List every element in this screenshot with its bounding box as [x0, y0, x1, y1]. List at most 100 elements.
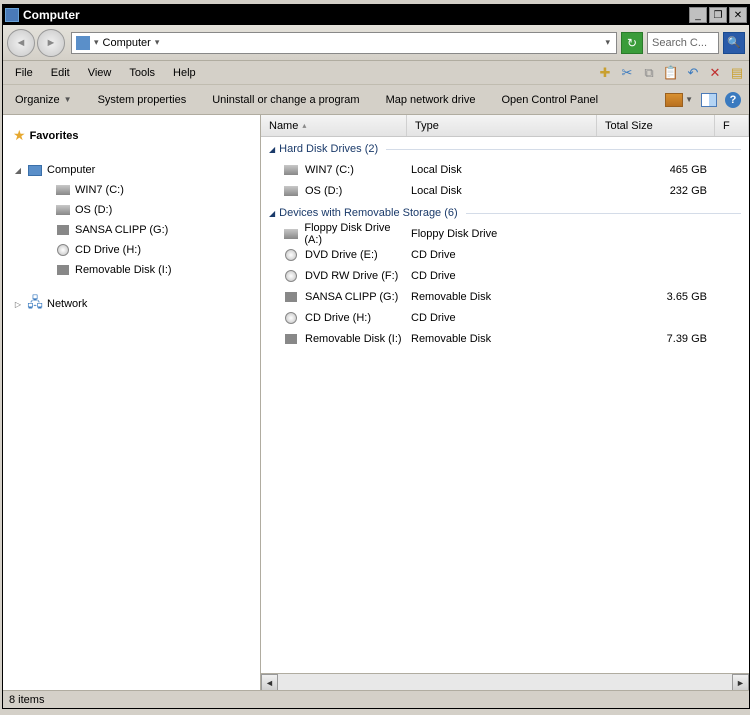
item-type: Removable Disk	[407, 291, 597, 303]
tree-item-drive[interactable]: ▷OS (D:)	[3, 200, 260, 220]
breadcrumb[interactable]: Computer	[103, 37, 151, 49]
tree-label: WIN7 (C:)	[75, 184, 124, 196]
item-name: SANSA CLIPP (G:)	[305, 291, 398, 303]
close-button[interactable]: ✕	[729, 7, 747, 23]
tree-label: CD Drive (H:)	[75, 244, 141, 256]
group-header[interactable]: ◢ Hard Disk Drives (2)	[261, 137, 749, 159]
expand-icon[interactable]: ▷	[13, 300, 23, 309]
cut-icon[interactable]: ✂	[619, 65, 635, 81]
column-header-type[interactable]: Type	[407, 115, 597, 136]
menu-file[interactable]: File	[7, 64, 41, 82]
list-item[interactable]: DVD RW Drive (F:)CD Drive	[261, 265, 749, 286]
address-bar[interactable]: ▾ Computer ▾ ▾	[71, 32, 617, 54]
sort-ascending-icon: ▴	[302, 121, 306, 130]
organize-button[interactable]: Organize ▼	[11, 91, 76, 109]
tree-item-drive[interactable]: ▷WIN7 (C:)	[3, 180, 260, 200]
expand-icon[interactable]: ◢	[13, 166, 23, 175]
menu-tools[interactable]: Tools	[121, 64, 163, 82]
collapse-icon[interactable]: ◢	[269, 209, 275, 218]
scroll-right-button[interactable]: ►	[732, 674, 749, 690]
search-button[interactable]: 🔍	[723, 32, 745, 54]
status-bar: 8 items	[3, 690, 749, 708]
address-history-dropdown-icon[interactable]: ▾	[605, 37, 610, 48]
search-input[interactable]: Search C...	[647, 32, 719, 54]
change-view-button[interactable]: ▼	[665, 93, 693, 107]
column-label: Name	[269, 120, 298, 132]
minimize-button[interactable]: _	[689, 7, 707, 23]
list-item[interactable]: Floppy Disk Drive (A:)Floppy Disk Drive	[261, 223, 749, 244]
item-name: DVD Drive (E:)	[305, 249, 378, 261]
item-name: Floppy Disk Drive (A:)	[304, 222, 407, 246]
item-name: OS (D:)	[305, 185, 342, 197]
group-title: Hard Disk Drives (2)	[279, 143, 378, 155]
list-item[interactable]: Removable Disk (I:)Removable Disk7.39 GB	[261, 328, 749, 349]
star-icon: ★	[13, 127, 26, 144]
item-name: CD Drive (H:)	[305, 312, 371, 324]
breadcrumb-dropdown-icon[interactable]: ▾	[94, 37, 99, 48]
menu-edit[interactable]: Edit	[43, 64, 78, 82]
help-button[interactable]: ?	[725, 92, 741, 108]
preview-pane-button[interactable]	[701, 93, 717, 107]
organize-label: Organize	[15, 94, 60, 106]
refresh-button[interactable]: ↻	[621, 32, 643, 54]
collapse-icon[interactable]: ◢	[269, 145, 275, 154]
navigation-pane: ★ Favorites ◢ Computer ▷WIN7 (C:)▷OS (D:…	[3, 115, 261, 690]
uninstall-program-button[interactable]: Uninstall or change a program	[208, 91, 363, 109]
breadcrumb-dropdown-icon[interactable]: ▾	[155, 37, 160, 48]
item-type: Removable Disk	[407, 333, 597, 345]
tree-item-drive[interactable]: ▷Removable Disk (I:)	[3, 260, 260, 280]
scroll-track[interactable]	[278, 674, 732, 690]
titlebar[interactable]: Computer _ ❐ ✕	[3, 5, 749, 25]
removable-disk-icon	[55, 262, 71, 278]
tree-item-drive[interactable]: ▷CD Drive (H:)	[3, 240, 260, 260]
removable-disk-icon	[55, 222, 71, 238]
properties-icon[interactable]: ▤	[729, 65, 745, 81]
menu-bar: FileEditViewToolsHelp ✚ ✂ ⧉ 📋 ↶ ✕ ▤	[3, 61, 749, 85]
tree-label: SANSA CLIPP (G:)	[75, 224, 168, 236]
tree-item-drive[interactable]: ▷SANSA CLIPP (G:)	[3, 220, 260, 240]
column-header-free[interactable]: F	[715, 115, 749, 136]
copy-icon[interactable]: ⧉	[641, 65, 657, 81]
back-button[interactable]: ◄	[7, 29, 35, 57]
system-properties-button[interactable]: System properties	[94, 91, 191, 109]
undo-icon[interactable]: ↶	[685, 65, 701, 81]
computer-icon	[27, 162, 43, 178]
hdd-icon	[55, 202, 71, 218]
tree-item-computer[interactable]: ◢ Computer	[3, 160, 260, 180]
list-item[interactable]: DVD Drive (E:)CD Drive	[261, 244, 749, 265]
cd-icon	[283, 310, 299, 326]
list-item[interactable]: SANSA CLIPP (G:)Removable Disk3.65 GB	[261, 286, 749, 307]
hdd-icon	[283, 183, 299, 199]
tree-label: Removable Disk (I:)	[75, 264, 172, 276]
item-type: Local Disk	[407, 164, 597, 176]
list-item[interactable]: CD Drive (H:) CD Drive	[261, 307, 749, 328]
group-header[interactable]: ◢Devices with Removable Storage (6)	[261, 201, 749, 223]
open-control-panel-button[interactable]: Open Control Panel	[497, 91, 602, 109]
forward-button[interactable]: ►	[37, 29, 65, 57]
map-network-drive-button[interactable]: Map network drive	[382, 91, 480, 109]
removable-disk-icon	[283, 331, 299, 347]
tree-item-network[interactable]: ▷ 🖧 Network	[3, 294, 260, 314]
favorites-header[interactable]: ★ Favorites	[3, 123, 260, 148]
menu-view[interactable]: View	[80, 64, 120, 82]
column-headers: Name ▴ Type Total Size F	[261, 115, 749, 137]
item-type: Floppy Disk Drive	[407, 228, 597, 240]
window-title: Computer	[23, 8, 689, 22]
cd-icon	[55, 242, 71, 258]
chevron-down-icon: ▼	[685, 95, 693, 104]
menu-help[interactable]: Help	[165, 64, 204, 82]
paste-icon[interactable]: 📋	[663, 65, 679, 81]
restore-button[interactable]: ❐	[709, 7, 727, 23]
list-item[interactable]: WIN7 (C:)Local Disk465 GB	[261, 159, 749, 180]
item-type: CD Drive	[407, 312, 597, 324]
delete-icon[interactable]: ✕	[707, 65, 723, 81]
column-header-name[interactable]: Name ▴	[261, 115, 407, 136]
new-folder-icon[interactable]: ✚	[597, 65, 613, 81]
cd-icon	[283, 247, 299, 263]
divider	[386, 149, 741, 150]
horizontal-scrollbar[interactable]: ◄ ►	[261, 673, 749, 690]
item-size: 7.39 GB	[597, 333, 715, 345]
column-header-size[interactable]: Total Size	[597, 115, 715, 136]
scroll-left-button[interactable]: ◄	[261, 674, 278, 690]
list-item[interactable]: OS (D:)Local Disk232 GB	[261, 180, 749, 201]
